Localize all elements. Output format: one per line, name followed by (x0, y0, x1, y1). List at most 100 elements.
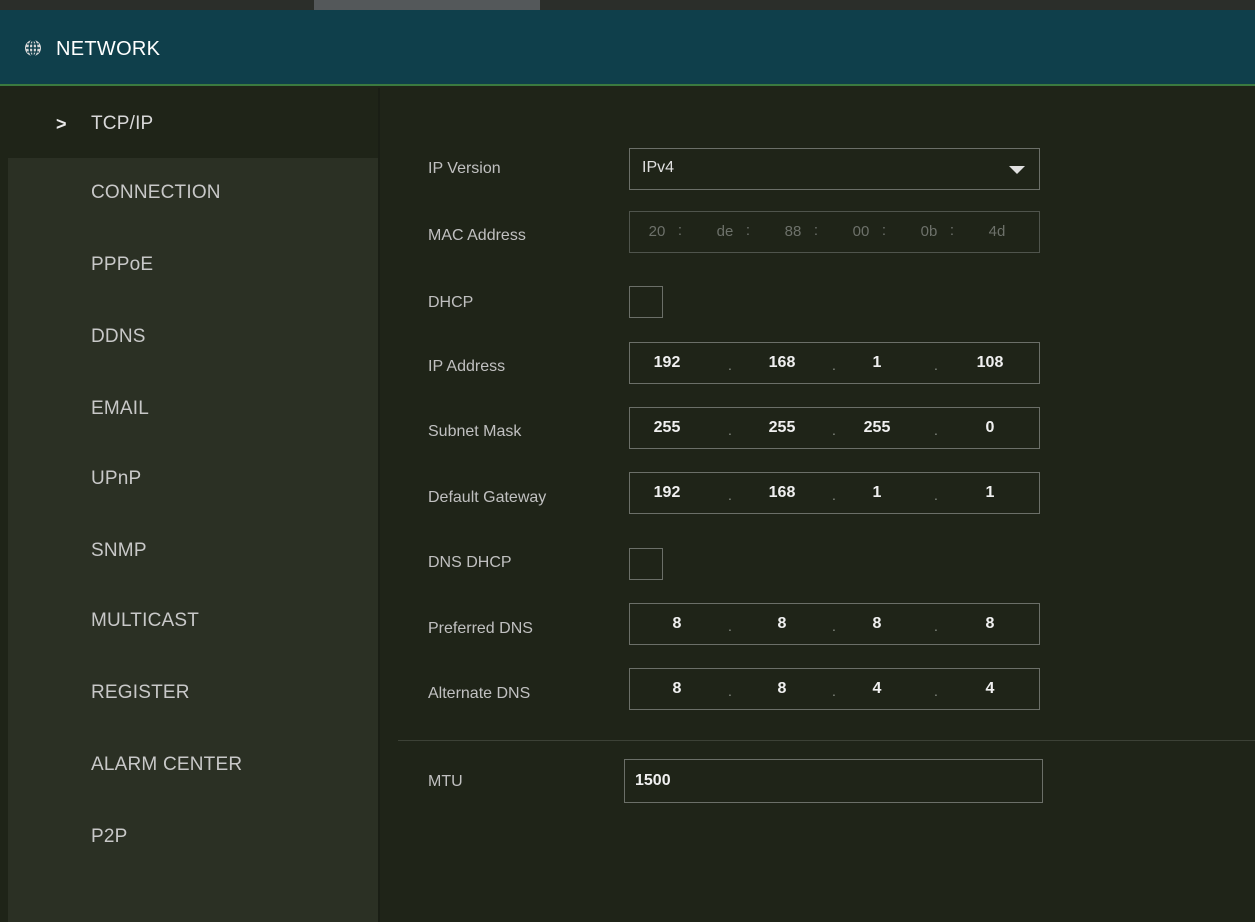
dns-octet[interactable]: 8 (965, 615, 1015, 633)
dns-octet[interactable]: 8 (652, 615, 702, 633)
mac-segment: 4d (988, 223, 1006, 240)
subnet-octet[interactable]: 0 (965, 419, 1015, 437)
dns-octet[interactable]: 8 (757, 680, 807, 698)
mac-separator: : (881, 222, 887, 239)
sidebar-item-p2p[interactable]: P2P (8, 802, 378, 872)
ip-version-label: IP Version (428, 160, 501, 177)
section-divider (398, 740, 1255, 741)
ip-separator: . (934, 357, 938, 373)
gateway-octet[interactable]: 1 (852, 484, 902, 502)
mtu-value: 1500 (635, 772, 671, 789)
mac-segment: 00 (852, 223, 870, 240)
mac-separator: : (745, 222, 751, 239)
gateway-octet[interactable]: 1 (965, 484, 1015, 502)
sidebar-item-label: PPPoE (91, 254, 154, 275)
subnet-separator: . (934, 422, 938, 438)
subnet-octet[interactable]: 255 (852, 419, 902, 437)
dns-octet[interactable]: 8 (757, 615, 807, 633)
page-header: NETWORK (0, 10, 1255, 86)
sidebar-item-snmp[interactable]: SNMP (8, 514, 378, 584)
sidebar-item-connection[interactable]: CONNECTION (8, 158, 378, 228)
mac-separator: : (813, 222, 819, 239)
ip-address-field[interactable]: 192 . 168 . 1 . 108 (629, 342, 1040, 384)
mac-address-field: 20 : de : 88 : 00 : 0b : 4d (629, 211, 1040, 253)
default-gateway-field[interactable]: 192 . 168 . 1 . 1 (629, 472, 1040, 514)
sidebar-item-pppoe[interactable]: PPPoE (8, 228, 378, 298)
ip-octet[interactable]: 192 (642, 354, 692, 372)
sidebar-item-multicast[interactable]: MULTICAST (8, 586, 378, 656)
ip-separator: . (728, 357, 732, 373)
sidebar-item-label: MULTICAST (91, 610, 200, 631)
ip-version-value: IPv4 (642, 159, 675, 176)
sidebar-item-label: UPnP (91, 468, 142, 489)
ip-version-select[interactable]: IPv4 (629, 148, 1040, 190)
dns-separator: . (728, 618, 732, 634)
mtu-input[interactable]: 1500 (624, 759, 1043, 803)
dns-octet[interactable]: 4 (965, 680, 1015, 698)
sidebar: > TCP/IP CONNECTION PPPoE DDNS EMAIL UPn… (8, 88, 378, 922)
dns-octet[interactable]: 8 (652, 680, 702, 698)
default-gateway-label: Default Gateway (428, 489, 547, 506)
mac-segment: 88 (784, 223, 802, 240)
dns-separator: . (728, 683, 732, 699)
mac-separator: : (949, 222, 955, 239)
mac-address-label: MAC Address (428, 227, 526, 244)
sidebar-item-label: TCP/IP (91, 113, 154, 134)
subnet-separator: . (832, 422, 836, 438)
subnet-octet[interactable]: 255 (642, 419, 692, 437)
ip-separator: . (832, 357, 836, 373)
dns-dhcp-label: DNS DHCP (428, 554, 512, 571)
sidebar-item-label: P2P (91, 826, 128, 847)
gateway-separator: . (832, 487, 836, 503)
subnet-mask-field[interactable]: 255 . 255 . 255 . 0 (629, 407, 1040, 449)
sidebar-item-email[interactable]: EMAIL (8, 372, 378, 442)
gateway-separator: . (728, 487, 732, 503)
sidebar-item-ddns[interactable]: DDNS (8, 300, 378, 370)
mtu-label: MTU (428, 773, 463, 790)
preferred-dns-label: Preferred DNS (428, 620, 533, 637)
mac-segment: de (716, 223, 734, 240)
sidebar-item-upnp[interactable]: UPnP (8, 444, 378, 514)
chevron-down-icon (1009, 166, 1025, 174)
gateway-separator: . (934, 487, 938, 503)
dns-dhcp-checkbox[interactable] (629, 548, 663, 580)
sidebar-item-register[interactable]: REGISTER (8, 658, 378, 728)
dns-separator: . (832, 683, 836, 699)
subnet-octet[interactable]: 255 (757, 419, 807, 437)
top-tab-indicator (314, 0, 540, 10)
dns-separator: . (934, 618, 938, 634)
gateway-octet[interactable]: 168 (757, 484, 807, 502)
mac-segment: 20 (648, 223, 666, 240)
dns-octet[interactable]: 4 (852, 680, 902, 698)
alternate-dns-field[interactable]: 8 . 8 . 4 . 4 (629, 668, 1040, 710)
chevron-right-icon: > (56, 114, 67, 134)
sidebar-item-label: SNMP (91, 540, 147, 561)
ip-address-label: IP Address (428, 358, 506, 375)
sidebar-item-alarm-center[interactable]: ALARM CENTER (8, 730, 378, 800)
ip-octet[interactable]: 108 (965, 354, 1015, 372)
page-title: NETWORK (56, 38, 161, 60)
mac-separator: : (677, 222, 683, 239)
tcpip-settings-panel: IP Version IPv4 MAC Address 20 : de : 88… (380, 88, 1255, 922)
sidebar-item-label: REGISTER (91, 682, 190, 703)
sidebar-item-tcpip[interactable]: > TCP/IP (8, 88, 378, 158)
dhcp-label: DHCP (428, 294, 474, 311)
dns-separator: . (832, 618, 836, 634)
sidebar-item-label: ALARM CENTER (91, 754, 243, 775)
subnet-separator: . (728, 422, 732, 438)
gateway-octet[interactable]: 192 (642, 484, 692, 502)
alternate-dns-label: Alternate DNS (428, 685, 531, 702)
preferred-dns-field[interactable]: 8 . 8 . 8 . 8 (629, 603, 1040, 645)
dns-octet[interactable]: 8 (852, 615, 902, 633)
sidebar-item-label: DDNS (91, 326, 146, 347)
ip-octet[interactable]: 168 (757, 354, 807, 372)
dhcp-checkbox[interactable] (629, 286, 663, 318)
sidebar-item-label: CONNECTION (91, 182, 221, 203)
network-globe-icon (24, 39, 42, 57)
subnet-mask-label: Subnet Mask (428, 423, 522, 440)
ip-octet[interactable]: 1 (852, 354, 902, 372)
mac-segment: 0b (920, 223, 938, 240)
sidebar-item-label: EMAIL (91, 398, 150, 419)
top-strip (0, 0, 1255, 10)
dns-separator: . (934, 683, 938, 699)
